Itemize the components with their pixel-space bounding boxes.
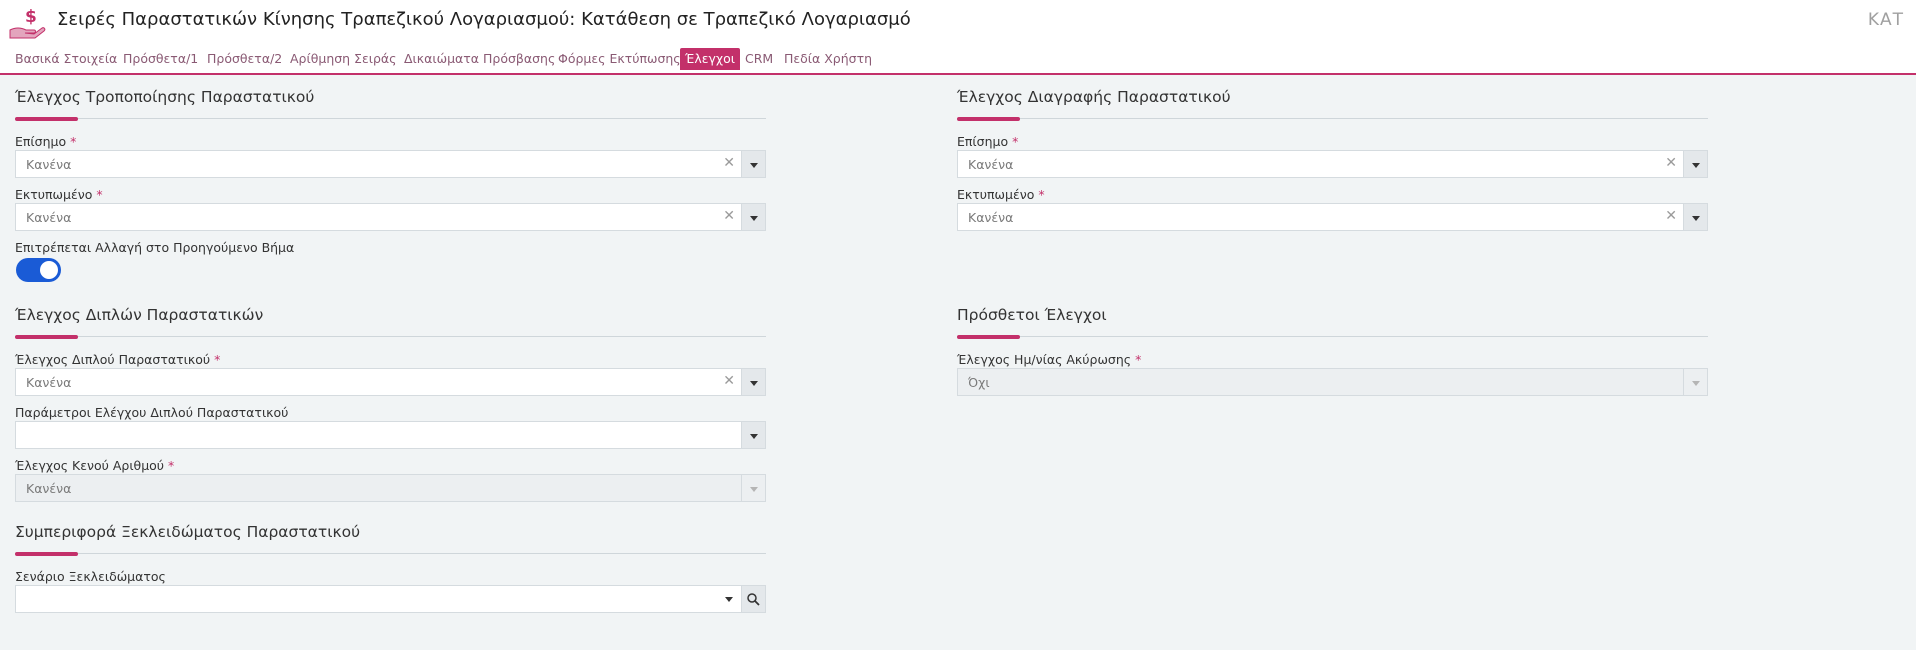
search-icon[interactable] (741, 585, 766, 613)
gap-check-select: Κανένα (15, 474, 766, 502)
tab-extra-2[interactable]: Πρόσθετα/2 (207, 51, 282, 66)
section-divider (15, 118, 766, 119)
section-divider (15, 336, 766, 337)
tab-user-fields[interactable]: Πεδία Χρήστη (784, 51, 872, 66)
hand-dollar-icon: $ (9, 7, 46, 39)
chevron-down-icon[interactable] (1683, 150, 1708, 178)
section-divider (957, 118, 1708, 119)
clear-icon[interactable]: ✕ (723, 208, 735, 224)
clear-icon[interactable]: ✕ (723, 373, 735, 389)
chevron-down-icon[interactable] (741, 203, 766, 231)
gap-check-label: Έλεγχος Κενού Αριθμού * (15, 458, 175, 473)
tab-print-forms[interactable]: Φόρμες Εκτύπωσης (558, 51, 681, 66)
cancel-date-check-label: Έλεγχος Ημ/νίας Ακύρωσης * (957, 352, 1142, 367)
tab-crm[interactable]: CRM (745, 51, 773, 66)
tab-basic-info[interactable]: Βασικά Στοιχεία (15, 51, 117, 66)
tab-checks[interactable]: Έλεγχοι (680, 48, 740, 70)
additional-section-title: Πρόσθετοι Έλεγχοι (957, 306, 1107, 324)
allow-prev-step-label: Επιτρέπεται Αλλαγή στο Προηγούμενο Βήμα (15, 240, 295, 255)
clear-icon[interactable]: ✕ (1665, 155, 1677, 171)
cancel-date-check-select: Όχι (957, 368, 1708, 396)
chevron-down-icon[interactable] (741, 368, 766, 396)
unlock-section-title: Συμπεριφορά Ξεκλειδώματος Παραστατικού (15, 523, 361, 541)
duplicate-params-select[interactable] (15, 421, 766, 449)
clear-icon[interactable]: ✕ (1665, 208, 1677, 224)
header-right-text: ΚΑΤ (1867, 10, 1904, 30)
tab-series-numbering[interactable]: Αρίθμηση Σειράς (290, 51, 396, 66)
chevron-down-icon[interactable] (1683, 203, 1708, 231)
chevron-down-icon (1683, 368, 1708, 396)
chevron-down-icon (741, 474, 766, 502)
tab-extra-1[interactable]: Πρόσθετα/1 (123, 51, 198, 66)
printed-label: Εκτυπωμένο * (15, 187, 103, 202)
deletion-printed-select[interactable]: Κανένα ✕ (957, 203, 1708, 231)
section-accent (957, 335, 1020, 339)
official-label: Επίσημο * (15, 134, 77, 149)
modification-official-select[interactable]: Κανένα ✕ (15, 150, 766, 178)
deletion-section-title: Έλεγχος Διαγραφής Παραστατικού (957, 88, 1231, 106)
clear-icon[interactable]: ✕ (723, 155, 735, 171)
tab-bar: Βασικά Στοιχεία Πρόσθετα/1 Πρόσθετα/2 Αρ… (0, 46, 1916, 75)
official-label: Επίσημο * (957, 134, 1019, 149)
modification-printed-select[interactable]: Κανένα ✕ (15, 203, 766, 231)
allow-prev-step-toggle[interactable] (16, 258, 61, 282)
section-accent (15, 552, 78, 556)
svg-text:$: $ (25, 7, 37, 27)
section-accent (957, 117, 1020, 121)
printed-label: Εκτυπωμένο * (957, 187, 1045, 202)
chevron-down-icon[interactable] (717, 586, 741, 612)
modification-section-title: Έλεγχος Τροποποίησης Παραστατικού (15, 88, 315, 106)
chevron-down-icon[interactable] (741, 150, 766, 178)
page-title: Σειρές Παραστατικών Κίνησης Τραπεζικού Λ… (57, 9, 911, 30)
duplicate-params-label: Παράμετροι Ελέγχου Διπλού Παραστατικού (15, 405, 289, 420)
duplicate-check-select[interactable]: Κανένα ✕ (15, 368, 766, 396)
section-divider (957, 336, 1708, 337)
toggle-knob (40, 261, 58, 279)
unlock-scenario-lookup[interactable] (15, 585, 766, 613)
section-divider (15, 553, 766, 554)
chevron-down-icon[interactable] (741, 421, 766, 449)
duplicates-section-title: Έλεγχος Διπλών Παραστατικών (15, 306, 264, 324)
deletion-official-select[interactable]: Κανένα ✕ (957, 150, 1708, 178)
section-accent (15, 117, 78, 121)
section-accent (15, 335, 78, 339)
header-bar: $ Σειρές Παραστατικών Κίνησης Τραπεζικού… (0, 0, 1916, 46)
unlock-scenario-label: Σενάριο Ξεκλειδώματος (15, 569, 166, 584)
tab-access-rights[interactable]: Δικαιώματα Πρόσβασης (404, 51, 555, 66)
duplicate-check-label: Έλεγχος Διπλού Παραστατικού * (15, 352, 221, 367)
